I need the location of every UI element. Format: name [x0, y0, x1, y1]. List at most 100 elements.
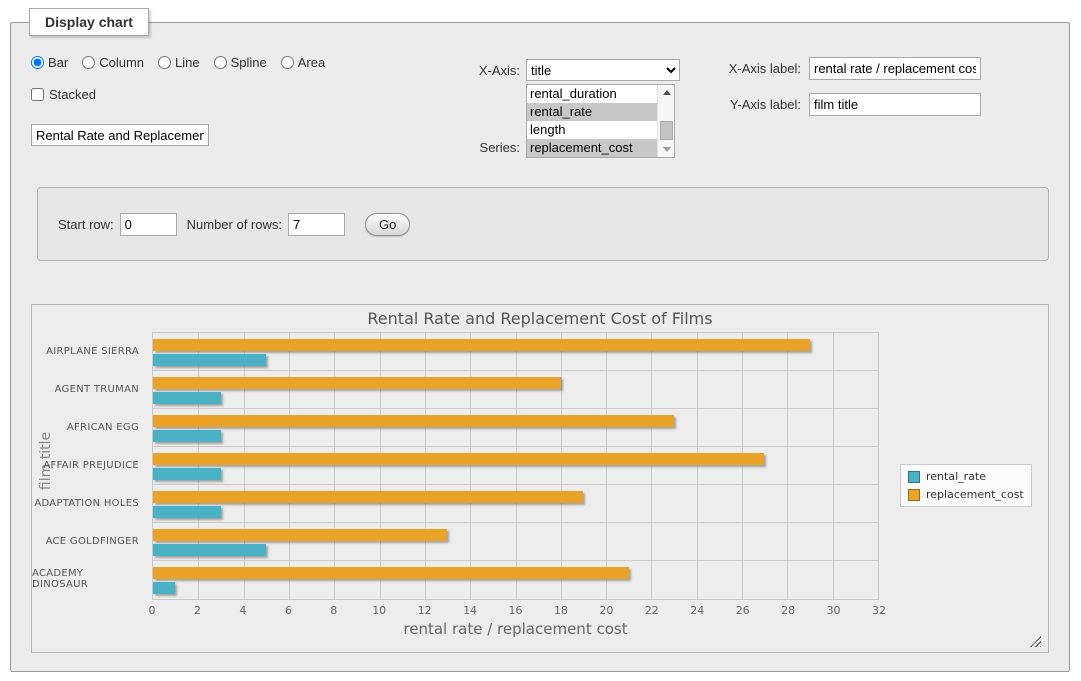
- chart-type-spline-radio[interactable]: [214, 56, 227, 69]
- series-list-label: Series:: [401, 140, 526, 158]
- x-tick-label: 4: [239, 604, 246, 617]
- x-tick-label: 24: [690, 604, 704, 617]
- chart-container: Rental Rate and Replacement Cost of Film…: [31, 304, 1049, 653]
- start-row-label: Start row:: [58, 217, 114, 232]
- go-button[interactable]: Go: [365, 213, 410, 236]
- chart-plot-area: [152, 332, 879, 600]
- chart-legend: rental_rate replacement_cost: [900, 464, 1032, 507]
- bar-replacement_cost: [153, 491, 583, 503]
- x-tick-label: 26: [736, 604, 750, 617]
- scroll-up-icon[interactable]: [658, 85, 675, 100]
- bar-rental_rate: [153, 468, 221, 480]
- x-tick-label: 20: [599, 604, 613, 617]
- x-tick-label: 2: [194, 604, 201, 617]
- chart-x-axis-title: rental rate / replacement cost: [152, 620, 879, 638]
- x-tick-label: 10: [372, 604, 386, 617]
- bar-rental_rate: [153, 430, 221, 442]
- chart-type-line-radio[interactable]: [158, 56, 171, 69]
- chart-x-axis-ticks: 02468101214161820222426283032: [152, 604, 879, 618]
- y-axis-label-caption: Y-Axis label:: [701, 97, 809, 112]
- chart-row-airplane-sierra: [153, 333, 878, 371]
- x-tick-label: 8: [330, 604, 337, 617]
- chart-type-area[interactable]: Area: [281, 55, 325, 70]
- chart-row-adaptation-holes: [153, 485, 878, 523]
- legend-label: replacement_cost: [926, 488, 1024, 501]
- bar-replacement_cost: [153, 339, 810, 351]
- num-rows-label: Number of rows:: [187, 217, 282, 232]
- category-label: AFFAIR PREJUDICE: [32, 446, 146, 484]
- resize-handle-icon[interactable]: [1030, 636, 1041, 647]
- x-tick-label: 14: [463, 604, 477, 617]
- row-range-panel: Start row: Number of rows: Go: [37, 187, 1049, 261]
- bar-replacement_cost: [153, 529, 447, 541]
- legend-entry-replacement_cost: replacement_cost: [908, 488, 1024, 501]
- bar-rental_rate: [153, 544, 266, 556]
- series-option-rental_rate[interactable]: rental_rate: [527, 103, 657, 121]
- x-tick-label: 32: [872, 604, 886, 617]
- bar-replacement_cost: [153, 415, 674, 427]
- chart-category-axis: AIRPLANE SIERRAAGENT TRUMANAFRICAN EGGAF…: [32, 332, 146, 598]
- x-axis-label-caption: X-Axis label:: [701, 61, 809, 76]
- scrollbar-thumb[interactable]: [660, 121, 673, 140]
- chart-type-label: Bar: [48, 55, 68, 70]
- legend-swatch-icon: [908, 471, 920, 483]
- x-tick-label: 0: [149, 604, 156, 617]
- category-label: ACADEMY DINOSAUR: [32, 560, 146, 598]
- x-axis-select-label: X-Axis:: [401, 63, 526, 78]
- chart-type-bar[interactable]: Bar: [31, 55, 68, 70]
- chart-type-group: Bar Column Line Spline Area: [31, 55, 333, 70]
- bar-rental_rate: [153, 392, 221, 404]
- chart-type-label: Area: [298, 55, 325, 70]
- series-listbox[interactable]: rental_durationrental_ratelengthreplacem…: [526, 84, 675, 158]
- num-rows-input[interactable]: [288, 213, 345, 236]
- chart-type-label: Column: [99, 55, 144, 70]
- legend-swatch-icon: [908, 489, 920, 501]
- y-axis-label-input[interactable]: [809, 93, 981, 116]
- chart-row-affair-prejudice: [153, 447, 878, 485]
- display-chart-panel: Display chart BarColumnLineSplineArea St…: [10, 22, 1070, 672]
- chart-type-area-radio[interactable]: [281, 56, 294, 69]
- category-label: AGENT TRUMAN: [32, 370, 146, 408]
- chart-row-academy-dinosaur: [153, 561, 878, 599]
- chart-type-column[interactable]: Column: [82, 55, 144, 70]
- chart-title-input[interactable]: [31, 124, 209, 146]
- x-tick-label: 18: [554, 604, 568, 617]
- category-label: AIRPLANE SIERRA: [32, 332, 146, 370]
- x-axis-select[interactable]: title: [526, 59, 680, 81]
- x-tick-label: 12: [418, 604, 432, 617]
- x-tick-label: 30: [827, 604, 841, 617]
- start-row-input[interactable]: [120, 213, 177, 236]
- bar-replacement_cost: [153, 453, 764, 465]
- panel-title: Display chart: [29, 8, 149, 36]
- chart-type-bar-radio[interactable]: [31, 56, 44, 69]
- series-option-replacement_cost[interactable]: replacement_cost: [527, 139, 657, 157]
- chart-type-line[interactable]: Line: [158, 55, 200, 70]
- chart-title: Rental Rate and Replacement Cost of Film…: [32, 309, 1048, 328]
- x-tick-label: 16: [509, 604, 523, 617]
- chart-row-african-egg: [153, 409, 878, 447]
- legend-label: rental_rate: [926, 470, 986, 483]
- chart-type-column-radio[interactable]: [82, 56, 95, 69]
- category-label: ADAPTATION HOLES: [32, 484, 146, 522]
- chart-row-agent-truman: [153, 371, 878, 409]
- x-tick-label: 22: [645, 604, 659, 617]
- bar-rental_rate: [153, 354, 266, 366]
- category-label: AFRICAN EGG: [32, 408, 146, 446]
- bar-replacement_cost: [153, 567, 629, 579]
- stacked-checkbox-row[interactable]: Stacked: [31, 87, 96, 102]
- category-label: ACE GOLDFINGER: [32, 522, 146, 560]
- bar-rental_rate: [153, 582, 175, 594]
- bar-rental_rate: [153, 506, 221, 518]
- x-tick-label: 28: [781, 604, 795, 617]
- stacked-label: Stacked: [49, 87, 96, 102]
- chart-type-spline[interactable]: Spline: [214, 55, 267, 70]
- scroll-down-icon[interactable]: [658, 142, 675, 157]
- series-option-rental_duration[interactable]: rental_duration: [527, 85, 657, 103]
- chart-type-label: Spline: [231, 55, 267, 70]
- series-scrollbar[interactable]: [657, 85, 674, 157]
- chart-row-ace-goldfinger: [153, 523, 878, 561]
- x-tick-label: 6: [285, 604, 292, 617]
- series-option-length[interactable]: length: [527, 121, 657, 139]
- x-axis-label-input[interactable]: [809, 57, 981, 80]
- stacked-checkbox[interactable]: [31, 88, 44, 101]
